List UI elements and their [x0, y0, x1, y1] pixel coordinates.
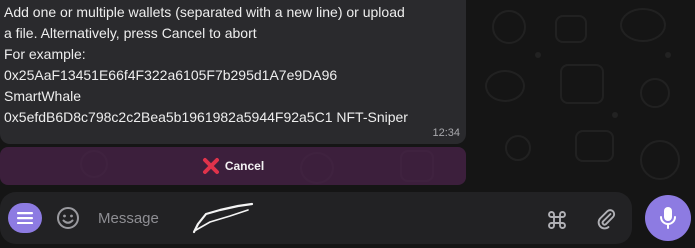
message-text-line: For example: — [4, 46, 86, 62]
incoming-message-bubble: Add one or multiple wallets (separated w… — [0, 0, 466, 144]
message-text-line: SmartWhale — [4, 88, 82, 104]
menu-icon — [17, 212, 33, 224]
message-text-line: Add one or multiple wallets (separated w… — [4, 4, 405, 20]
cancel-button[interactable]: Cancel — [0, 147, 466, 185]
smiley-icon[interactable] — [56, 206, 80, 230]
message-text-line: a file. Alternatively, press Cancel to a… — [4, 25, 257, 41]
message-text-line: 0x5efdB6D8c798c2c2Bea5b1961982a5944F92a5… — [4, 109, 408, 125]
command-icon[interactable] — [545, 208, 569, 232]
paperclip-icon[interactable] — [594, 207, 618, 231]
bot-menu-button[interactable] — [8, 203, 42, 233]
message-input[interactable] — [98, 206, 458, 230]
message-timestamp: 12:34 — [432, 127, 460, 139]
microphone-icon — [660, 207, 676, 229]
message-text-line: 0x25AaF13451E66f4F322a6105F7b295d1A7e9DA… — [4, 67, 338, 83]
voice-record-button[interactable] — [645, 195, 691, 241]
message-composer — [0, 192, 632, 244]
cancel-button-label: Cancel — [224, 159, 265, 173]
close-icon — [202, 158, 219, 174]
